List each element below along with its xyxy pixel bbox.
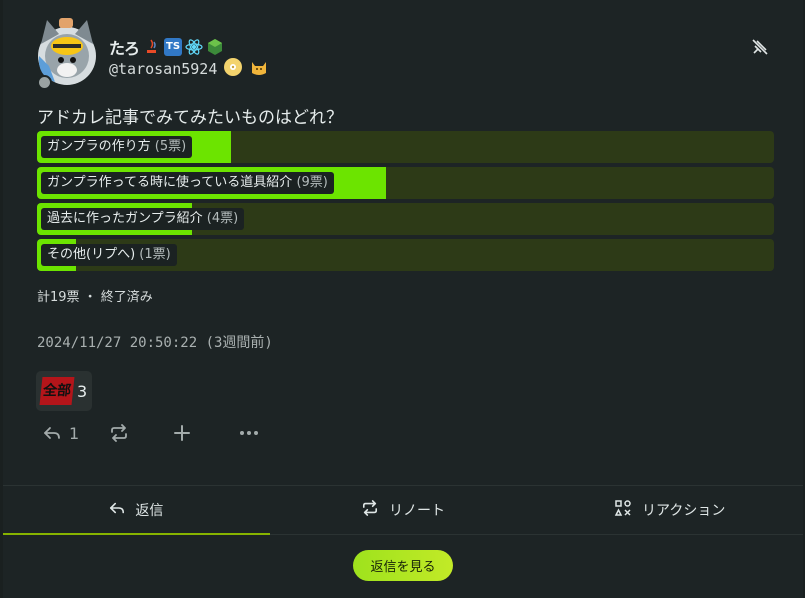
tab-reactions[interactable]: リアクション (536, 486, 803, 534)
display-name: たろ (109, 39, 141, 58)
reply-icon (43, 424, 61, 442)
user-handle-row[interactable]: @tarosan5924 (109, 58, 269, 80)
plus-icon (173, 424, 191, 442)
reaction-count: 3 (77, 381, 88, 401)
display-name-row[interactable]: たろ TS (109, 36, 224, 58)
note-text: アドカレ記事でみてみたいものはどれ？ (37, 108, 343, 128)
note-detail-tabs: 返信 リノート リアクション (3, 485, 803, 535)
user-handle: @tarosan5924 (109, 60, 218, 78)
tab-replies[interactable]: 返信 (3, 486, 270, 535)
note-actions: 1 (43, 420, 259, 446)
more-icon (239, 424, 259, 442)
poll: ガンプラの作り方 (5票) ガンプラ作ってる時に使っている道具紹介 (9票) 過… (37, 131, 774, 275)
renote-button[interactable] (109, 424, 173, 442)
tab-renotes[interactable]: リノート (270, 486, 537, 534)
poll-option-label: ガンプラの作り方 (5票) (41, 136, 193, 158)
typescript-emoji-icon: TS (164, 38, 183, 56)
renote-icon (361, 500, 379, 520)
poll-option[interactable]: ガンプラ作ってる時に使っている道具紹介 (9票) (37, 167, 774, 199)
zenbu-reaction-icon: 全部 (39, 377, 75, 405)
online-status-indicator (37, 75, 52, 90)
java-emoji-icon (143, 38, 161, 56)
pin-off-icon[interactable] (751, 38, 769, 56)
reaction-chip[interactable]: 全部 3 (36, 371, 92, 411)
poll-option[interactable]: ガンプラの作り方 (5票) (37, 131, 774, 163)
reaction-icon (614, 499, 632, 521)
poll-option-label: ガンプラ作ってる時に使っている道具紹介 (9票) (41, 172, 334, 194)
more-options-button[interactable] (239, 424, 259, 442)
poll-option-label: その他(リプへ) (1票) (41, 244, 177, 266)
note-timestamp[interactable]: 2024/11/27 20:50:22 (3週間前) (37, 332, 273, 352)
reply-button[interactable]: 1 (43, 424, 109, 443)
react-emoji-icon (185, 38, 203, 56)
view-replies-button[interactable]: 返信を見る (353, 550, 453, 581)
cd-badge-icon (223, 57, 243, 81)
note-card: たろ TS @tarosan5924 アドカレ記事でみてみたいものはどれ？ ガン… (3, 0, 803, 598)
poll-option-label: 過去に作ったガンプラ紹介 (4票) (41, 208, 245, 230)
poll-option[interactable]: 過去に作ったガンプラ紹介 (4票) (37, 203, 774, 235)
add-reaction-button[interactable] (173, 424, 239, 442)
renote-icon (109, 424, 129, 442)
nodejs-emoji-icon (206, 38, 224, 56)
poll-option[interactable]: その他(リプへ) (1票) (37, 239, 774, 271)
reply-icon (109, 500, 125, 520)
cat-badge-icon (249, 57, 269, 81)
poll-summary: 計19票 ・ 終了済み (37, 290, 153, 305)
reply-count: 1 (69, 423, 80, 443)
